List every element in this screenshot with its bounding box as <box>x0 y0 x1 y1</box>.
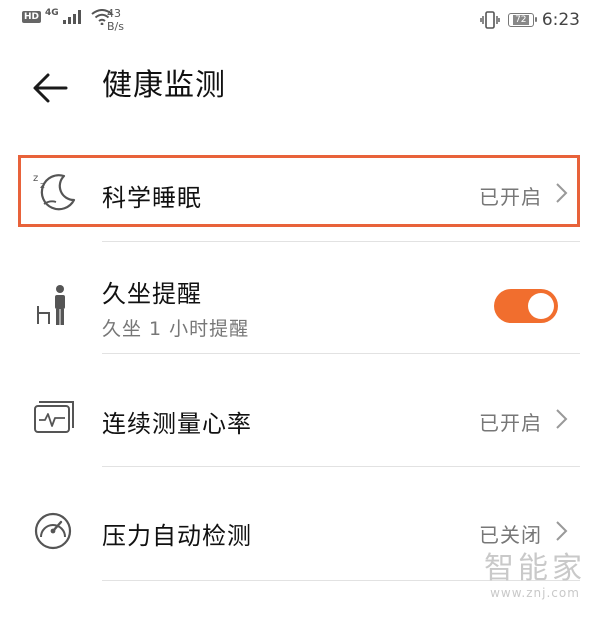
page-title: 健康监测 <box>102 68 226 103</box>
watermark-text: 智能家 <box>484 551 586 586</box>
status-right: 72 6:23 <box>480 10 580 30</box>
hd-badge: HD <box>22 11 42 23</box>
pressure-gauge-icon <box>34 512 72 550</box>
sedentary-title: 久坐提醒 <box>102 280 202 308</box>
divider <box>102 466 580 467</box>
status-bar: HD 4G 43 B/s 72 6:23 <box>0 0 600 44</box>
pressure-status: 已关闭 <box>479 523 542 547</box>
toggle-knob <box>528 293 554 319</box>
back-button[interactable] <box>28 66 72 110</box>
app-header: 健康监测 <box>0 50 600 126</box>
divider <box>102 241 580 242</box>
clock: 6:23 <box>541 10 580 30</box>
sedentary-person-icon <box>37 285 65 325</box>
chevron-right-icon <box>556 409 568 429</box>
network-speed: 43 B/s <box>107 7 124 33</box>
watermark: 智能家 www.znj.com <box>484 551 586 601</box>
chevron-right-icon <box>556 521 568 541</box>
speed-value: 43 <box>107 7 121 20</box>
battery-level: 72 <box>513 15 529 25</box>
watermark-url: www.znj.com <box>490 586 580 600</box>
list-item-heart-rate[interactable]: 连续测量心率 已开启 <box>0 386 600 454</box>
vibrate-icon <box>480 11 500 29</box>
signal-icon <box>62 10 81 24</box>
heart-rate-title: 连续测量心率 <box>102 410 252 438</box>
divider <box>102 353 580 354</box>
network-type: 4G <box>45 8 59 18</box>
sedentary-subtitle: 久坐 1 小时提醒 <box>102 318 250 340</box>
sedentary-toggle[interactable] <box>494 289 558 323</box>
heart-rate-monitor-icon <box>34 401 74 433</box>
heart-rate-status: 已开启 <box>479 411 542 435</box>
speed-unit: B/s <box>107 20 124 33</box>
arrow-left-icon <box>33 73 68 103</box>
highlight-box <box>18 155 580 227</box>
status-left: HD 4G <box>22 8 113 25</box>
battery-icon: 72 <box>507 13 537 27</box>
pressure-title: 压力自动检测 <box>102 522 252 550</box>
